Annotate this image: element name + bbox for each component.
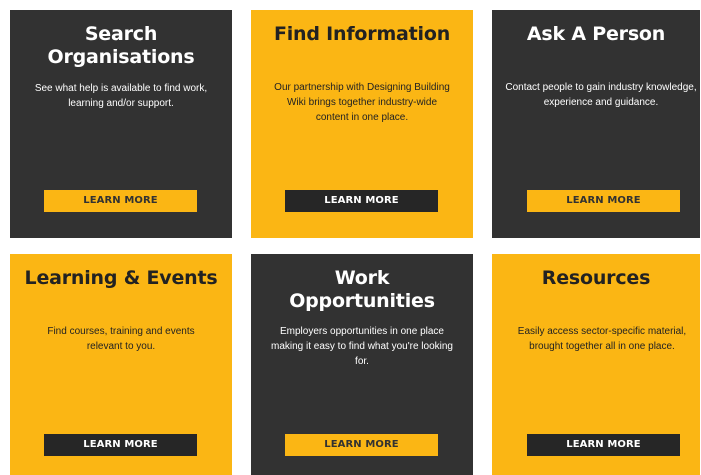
learn-more-button[interactable]: LEARN MORE [44, 190, 197, 212]
learn-more-button[interactable]: LEARN MORE [285, 434, 438, 456]
card-search-organisations: Search Organisations See what help is av… [10, 10, 232, 238]
card-description: Find courses, training and events releva… [47, 326, 195, 352]
card-description: Employers opportunities in one place mak… [270, 326, 453, 367]
learn-more-button[interactable]: LEARN MORE [285, 190, 438, 212]
card-description: Easily access sector-specific material, … [517, 326, 687, 352]
card-title: Search Organisations [47, 23, 195, 68]
learn-more-button[interactable]: LEARN MORE [44, 434, 197, 456]
card-title: Learning & Events [24, 267, 218, 289]
card-title: Resources [541, 267, 651, 289]
card-description: Contact people to gain industry knowledg… [505, 82, 697, 108]
card-find-information: Find Information Our partnership with De… [251, 10, 473, 238]
card-description: Our partnership with Designing Building … [274, 82, 450, 123]
card-ask-a-person: Ask A Person Contact people to gain indu… [492, 10, 700, 238]
learn-more-button[interactable]: LEARN MORE [527, 434, 680, 456]
learn-more-button[interactable]: LEARN MORE [527, 190, 680, 212]
card-learning-events: Learning & Events Find courses, training… [10, 254, 232, 475]
card-title: Find Information [273, 23, 451, 45]
card-title: Ask A Person [526, 23, 666, 45]
card-work-opportunities: Work Opportunities Employers opportuniti… [251, 254, 473, 475]
card-description: See what help is available to find work,… [34, 83, 208, 109]
card-resources: Resources Easily access sector-specific … [492, 254, 700, 475]
card-title: Work Opportunities [289, 267, 435, 312]
